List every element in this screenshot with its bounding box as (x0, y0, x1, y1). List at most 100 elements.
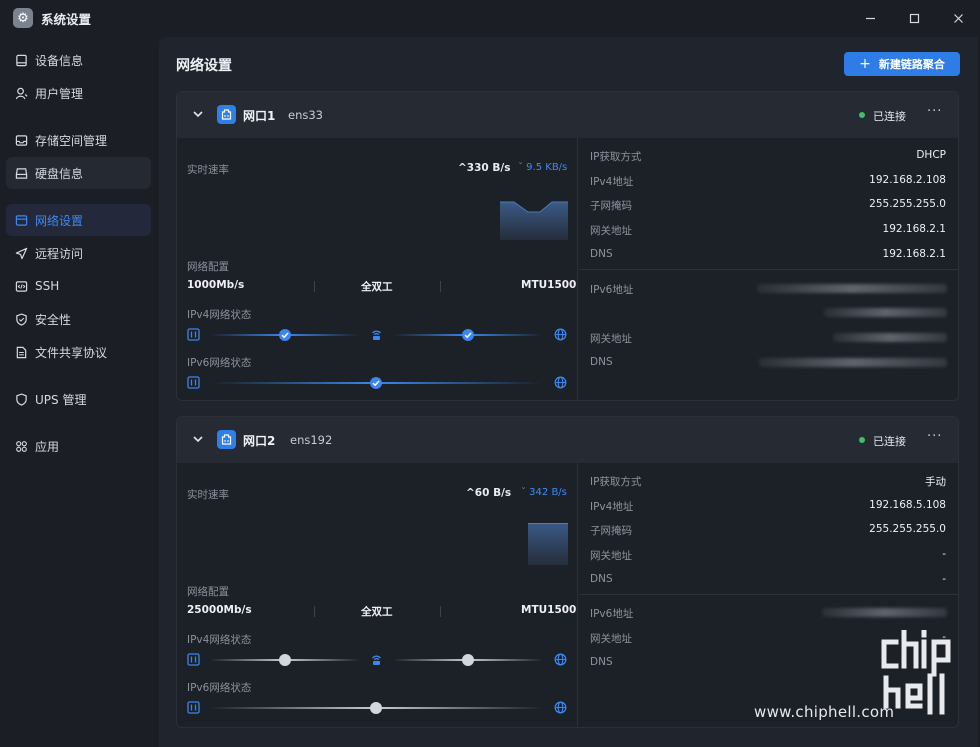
sidebar-item-device-info[interactable]: 设备信息 (6, 44, 151, 76)
sidebar-item-security[interactable]: 安全性 (6, 303, 151, 335)
subnet-mask-label: 子网掩码 (590, 525, 632, 537)
link-speed: 25000Mb/s (187, 604, 252, 616)
sidebar-item-ssh[interactable]: SSH (6, 270, 151, 302)
ipv6-label: IPv6地址 (590, 284, 634, 296)
settings-gear-icon: ⚙ (13, 8, 33, 28)
ipv4-state-row (187, 328, 568, 342)
sidebar-item-user-management[interactable]: 用户管理 (6, 77, 151, 109)
ipv6-state-row (187, 701, 568, 715)
window-title: 系统设置 (41, 11, 92, 27)
ipv4-value: 192.168.2.108 (869, 174, 946, 186)
duplex-mode: 全双工 (361, 606, 393, 618)
duplex-mode: 全双工 (361, 281, 393, 293)
minimize-button[interactable] (848, 0, 892, 36)
port-card-header: 网口2 ens192 已连接 ··· (177, 417, 958, 463)
status-knob (279, 654, 291, 666)
upload-speed: ^330 B/s (458, 162, 511, 174)
ethernet-port-icon (217, 430, 236, 449)
plus-icon: + (859, 56, 871, 72)
connected-status-dot (859, 112, 865, 118)
sidebar-item-label: 用户管理 (35, 86, 84, 101)
ipv6-gateway-label: 网关地址 (590, 333, 632, 345)
redacted-ipv6-gateway (833, 333, 947, 342)
sidebar-item-storage[interactable]: 存储空间管理 (6, 124, 151, 156)
more-options-icon[interactable]: ··· (927, 429, 942, 444)
sidebar-item-label: 存储空间管理 (35, 133, 108, 148)
connection-status: 已连接 (873, 435, 906, 448)
dns-value: 192.168.2.1 (882, 248, 946, 260)
sidebar-item-network-settings[interactable]: 网络设置 (6, 204, 151, 236)
sidebar-item-label: 设备信息 (35, 53, 84, 68)
sidebar-item-ups[interactable]: UPS 管理 (6, 383, 151, 415)
redacted-ipv6 (824, 308, 947, 317)
sidebar-item-disk-info[interactable]: 硬盘信息 (6, 157, 151, 189)
network-icon (14, 213, 28, 227)
port-card-header: 网口1 ens33 已连接 ··· (177, 92, 958, 138)
ipv6-state-label: IPv6网络状态 (187, 682, 252, 694)
globe-icon (554, 376, 567, 389)
maximize-button[interactable] (892, 0, 936, 36)
sidebar-item-remote-access[interactable]: 远程访问 (6, 237, 151, 269)
connection-status: 已连接 (873, 110, 906, 123)
gateway-label: 网关地址 (590, 225, 632, 237)
sidebar-item-label: 应用 (35, 439, 60, 454)
close-button[interactable] (936, 0, 980, 36)
chevron-down-icon[interactable] (191, 107, 205, 121)
minimize-icon (865, 17, 875, 19)
shield-check-icon (14, 312, 28, 326)
window-controls (848, 0, 980, 36)
sidebar-item-apps[interactable]: 应用 (6, 430, 151, 462)
port-stats-pane: 实时速率 ^60 B/s ˇ 342 B/s 网络配置 25000Mb/s 全双… (177, 463, 578, 727)
port-stats-pane: 实时速率 ^330 B/s ˇ 9.5 KB/s 网络配置 1000Mb/s 全… (177, 138, 578, 400)
ethernet-port-icon (217, 105, 236, 124)
upload-speed: ^60 B/s (466, 487, 512, 499)
speed-label: 实时速率 (187, 164, 229, 176)
port-card-1: 网口1 ens33 已连接 ··· 实时速率 ^330 B/s ˇ 9.5 KB… (176, 91, 959, 401)
dns-value: - (942, 573, 946, 585)
mtu: MTU1500 (521, 279, 577, 291)
close-icon (953, 13, 963, 23)
nic-icon (187, 376, 200, 389)
sidebar-item-file-sharing[interactable]: 文件共享协议 (6, 336, 151, 368)
send-icon (14, 246, 28, 260)
port-name: 网口2 (243, 434, 276, 448)
redacted-ipv6 (822, 608, 947, 617)
user-icon (14, 86, 28, 100)
ipv6-state-row (187, 376, 568, 390)
ipv4-label: IPv4地址 (590, 176, 634, 188)
file-share-icon (14, 345, 28, 359)
subnet-mask-value: 255.255.255.0 (869, 523, 946, 535)
new-link-aggregation-button[interactable]: + 新建链路聚合 (844, 52, 960, 76)
title-bar: ⚙ 系统设置 (0, 0, 980, 36)
divider (314, 281, 315, 292)
router-icon (372, 330, 381, 340)
check-icon (462, 329, 474, 341)
sidebar-item-label: UPS 管理 (35, 392, 87, 407)
ip-method-label: IP获取方式 (590, 476, 642, 488)
ipv4-state-label: IPv4网络状态 (187, 634, 252, 646)
chevron-down-icon[interactable] (191, 432, 205, 446)
connected-status-dot (859, 437, 865, 443)
sidebar-item-label: 网络设置 (35, 213, 84, 228)
traffic-graph (500, 201, 568, 240)
ip-method-label: IP获取方式 (590, 151, 642, 163)
ipv4-label: IPv4地址 (590, 501, 634, 513)
watermark-text: www.chiphell.com (754, 703, 895, 721)
nic-icon (187, 328, 200, 341)
config-label: 网络配置 (187, 586, 229, 598)
gateway-label: 网关地址 (590, 550, 632, 562)
ipv6-gateway-label: 网关地址 (590, 633, 632, 645)
ipv6-label: IPv6地址 (590, 608, 634, 620)
more-options-icon[interactable]: ··· (927, 104, 942, 119)
chiphell-logo-icon (881, 630, 951, 715)
ip-method-value: 手动 (925, 476, 946, 488)
nic-icon (187, 653, 200, 666)
nic-icon (187, 701, 200, 714)
gateway-value: 192.168.2.1 (882, 223, 946, 235)
traffic-graph (528, 523, 568, 565)
ipv4-state-label: IPv4网络状态 (187, 309, 252, 321)
page-title: 网络设置 (176, 58, 232, 74)
divider (579, 594, 958, 595)
link-speed: 1000Mb/s (187, 279, 245, 291)
storage-icon (14, 133, 28, 147)
